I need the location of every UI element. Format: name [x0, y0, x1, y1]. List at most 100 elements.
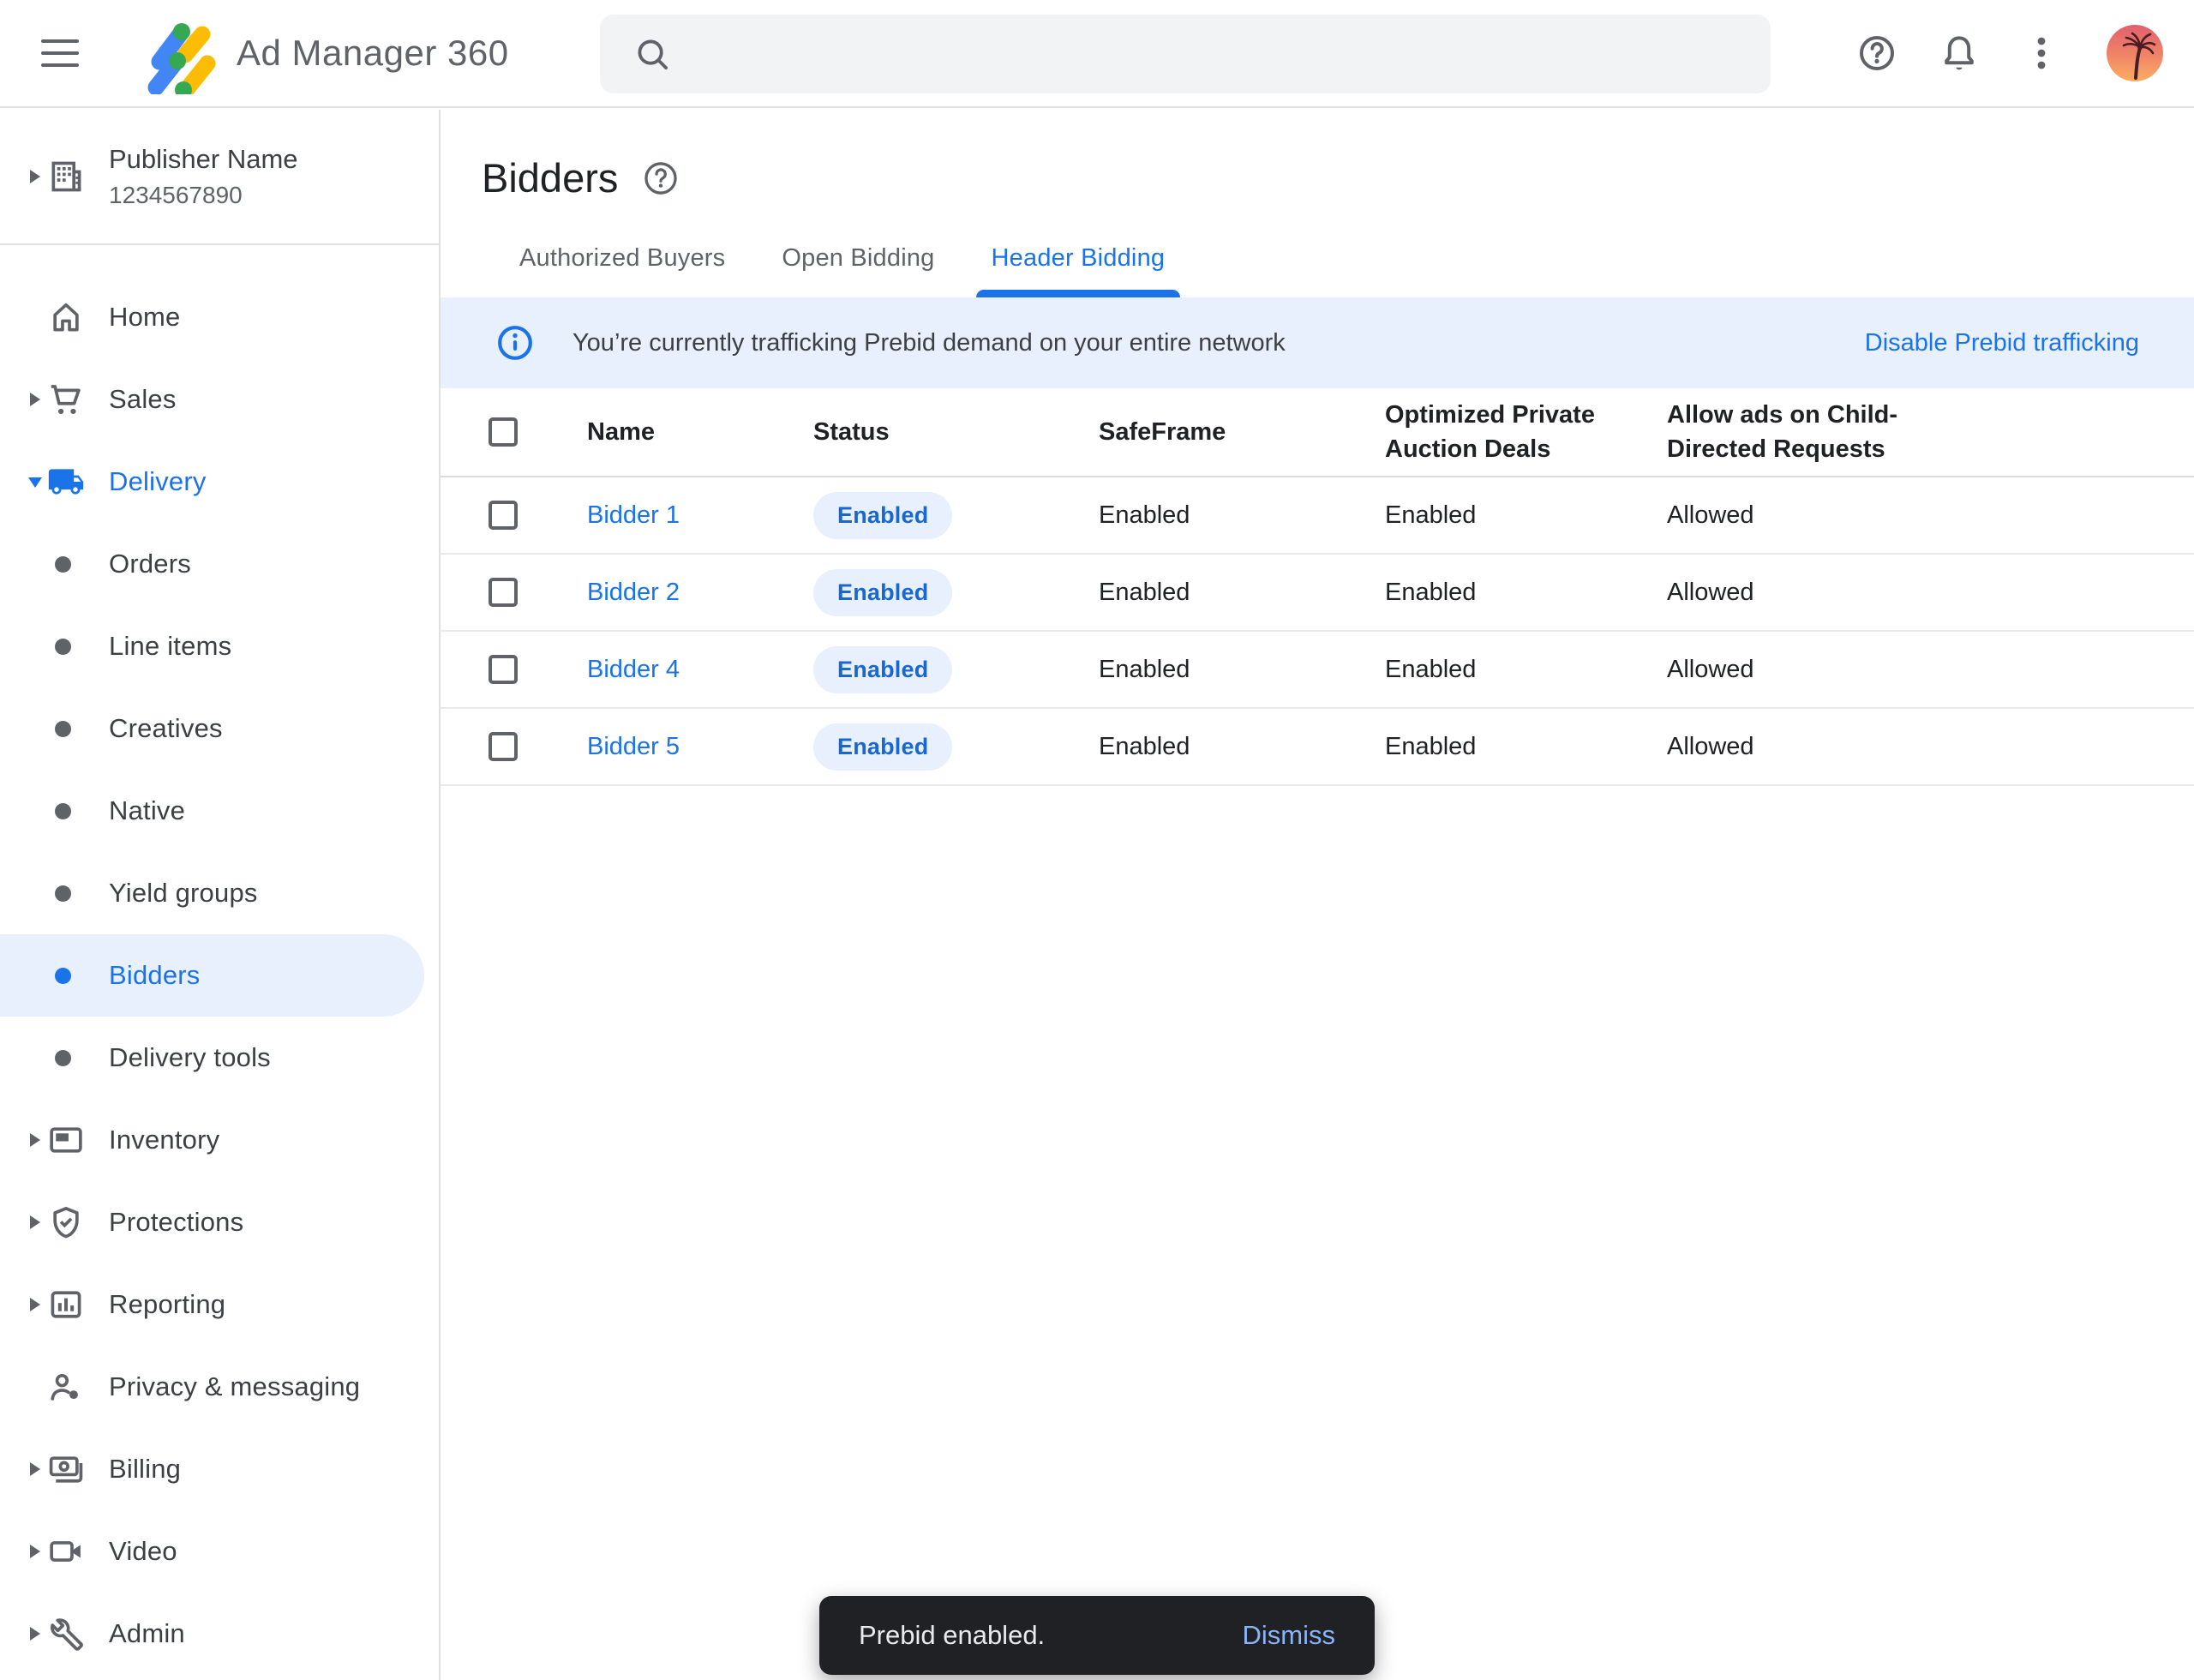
sidebar-item-billing[interactable]: Billing — [0, 1428, 439, 1510]
bullet-icon — [55, 556, 71, 573]
child-directed-value: Allowed — [1667, 733, 2194, 761]
bullet-icon — [55, 803, 71, 819]
select-all-checkbox[interactable] — [489, 417, 518, 447]
expand-arrow-icon — [30, 393, 40, 406]
account-avatar[interactable] — [2107, 25, 2163, 81]
table-row: Bidder 5 Enabled Enabled Enabled Allowed — [441, 709, 2194, 786]
optimized-private-auction-deals-value: Enabled — [1385, 733, 1667, 761]
bullet-icon — [55, 968, 71, 984]
sidebar-item-sales[interactable]: Sales — [0, 358, 439, 441]
expand-arrow-icon — [30, 1215, 40, 1229]
column-header-allow-ads-child-directed: Allow ads on Child-Directed Requests — [1667, 398, 1905, 466]
expand-arrow-icon — [30, 1627, 40, 1641]
status-badge: Enabled — [813, 646, 952, 693]
help-button[interactable] — [1855, 31, 1899, 75]
sidebar-item-delivery[interactable]: Delivery — [0, 441, 439, 523]
hamburger-menu-icon[interactable] — [41, 29, 89, 77]
optimized-private-auction-deals-value: Enabled — [1385, 656, 1667, 684]
app-bar: Ad Manager 360 — [0, 0, 2194, 108]
safeframe-value: Enabled — [1099, 656, 1385, 684]
status-badge: Enabled — [813, 492, 952, 539]
sidebar: Publisher Name 1234567890 Home Sales Del… — [0, 110, 441, 1680]
sidebar-item-inventory[interactable]: Inventory — [0, 1099, 439, 1181]
sidebar-item-creatives[interactable]: Creatives — [0, 687, 439, 770]
bidder-link[interactable]: Bidder 5 — [587, 733, 680, 760]
table-row: Bidder 4 Enabled Enabled Enabled Allowed — [441, 632, 2194, 709]
row-checkbox[interactable] — [489, 501, 518, 530]
bar-chart-icon — [47, 1286, 85, 1323]
page-title: Bidders — [482, 154, 618, 201]
person-privacy-icon — [47, 1368, 85, 1406]
row-checkbox[interactable] — [489, 655, 518, 684]
sidebar-item-home[interactable]: Home — [0, 276, 439, 358]
bidder-link[interactable]: Bidder 1 — [587, 501, 680, 529]
table-header-row: Name Status SafeFrame Optimized Private … — [441, 388, 2194, 477]
status-badge: Enabled — [813, 569, 952, 616]
search-input[interactable] — [672, 15, 1771, 93]
video-camera-icon — [47, 1533, 85, 1570]
disable-prebid-trafficking-link[interactable]: Disable Prebid trafficking — [1865, 329, 2139, 357]
dismiss-button[interactable]: Dismiss — [1243, 1620, 1336, 1651]
expand-arrow-icon — [30, 1545, 40, 1558]
wrench-icon — [47, 1615, 85, 1653]
home-icon — [47, 298, 85, 336]
sidebar-nav: Home Sales Delivery Orders Line items — [0, 245, 439, 1675]
child-directed-value: Allowed — [1667, 501, 2194, 530]
sidebar-item-privacy-messaging[interactable]: Privacy & messaging — [0, 1346, 439, 1428]
prebid-info-banner: You’re currently trafficking Prebid dema… — [441, 297, 2194, 388]
page-help-icon[interactable] — [642, 159, 680, 197]
notifications-button[interactable] — [1937, 31, 1981, 75]
app-title: Ad Manager 360 — [237, 33, 509, 74]
payments-icon — [47, 1450, 85, 1488]
tab-header-bidding[interactable]: Header Bidding — [969, 244, 1188, 297]
cart-icon — [47, 381, 85, 418]
tab-open-bidding[interactable]: Open Bidding — [759, 244, 956, 297]
publisher-name: Publisher Name — [109, 142, 298, 177]
sidebar-item-line-items[interactable]: Line items — [0, 605, 439, 687]
bidder-link[interactable]: Bidder 4 — [587, 656, 680, 683]
vertical-dots-icon — [2021, 33, 2062, 74]
bullet-icon — [55, 639, 71, 655]
overflow-menu-button[interactable] — [2019, 31, 2064, 75]
table-row: Bidder 2 Enabled Enabled Enabled Allowed — [441, 555, 2194, 632]
building-icon — [47, 158, 85, 195]
search-icon — [632, 34, 672, 74]
sidebar-item-protections[interactable]: Protections — [0, 1181, 439, 1263]
tab-authorized-buyers[interactable]: Authorized Buyers — [497, 244, 747, 297]
bell-icon — [1939, 33, 1980, 74]
expand-arrow-icon — [30, 1462, 40, 1476]
sidebar-item-native[interactable]: Native — [0, 770, 439, 852]
publisher-switcher[interactable]: Publisher Name 1234567890 — [0, 110, 439, 245]
column-header-status: Status — [813, 415, 1099, 449]
column-header-safeframe: SafeFrame — [1099, 415, 1385, 449]
sidebar-item-reporting[interactable]: Reporting — [0, 1263, 439, 1346]
optimized-private-auction-deals-value: Enabled — [1385, 579, 1667, 607]
ad-manager-logo-icon — [134, 12, 216, 94]
sidebar-item-bidders[interactable]: Bidders — [0, 934, 424, 1017]
search-bar[interactable] — [600, 15, 1771, 93]
sidebar-item-video[interactable]: Video — [0, 1510, 439, 1593]
row-checkbox[interactable] — [489, 732, 518, 761]
main-content: Bidders Authorized Buyers Open Bidding H… — [441, 110, 2194, 1680]
help-icon — [1856, 33, 1897, 74]
bullet-icon — [55, 1050, 71, 1066]
info-icon — [495, 323, 535, 363]
truck-icon — [47, 463, 85, 501]
tab-bar: Authorized Buyers Open Bidding Header Bi… — [497, 244, 2194, 297]
sidebar-item-admin[interactable]: Admin — [0, 1593, 439, 1675]
column-header-optimized-private-auction-deals: Optimized Private Auction Deals — [1385, 398, 1604, 466]
row-checkbox[interactable] — [489, 578, 518, 607]
sidebar-item-orders[interactable]: Orders — [0, 523, 439, 605]
child-directed-value: Allowed — [1667, 656, 2194, 684]
safeframe-value: Enabled — [1099, 501, 1385, 530]
status-badge: Enabled — [813, 723, 952, 771]
shield-check-icon — [47, 1203, 85, 1241]
column-header-name: Name — [587, 415, 813, 449]
sidebar-item-delivery-tools[interactable]: Delivery tools — [0, 1017, 439, 1099]
expand-arrow-icon — [30, 1133, 40, 1147]
banner-message: You’re currently trafficking Prebid dema… — [572, 329, 1286, 357]
sidebar-item-yield-groups[interactable]: Yield groups — [0, 852, 439, 934]
palm-tree-avatar-image — [2107, 25, 2163, 81]
expand-arrow-icon — [30, 170, 40, 183]
bidder-link[interactable]: Bidder 2 — [587, 579, 680, 606]
